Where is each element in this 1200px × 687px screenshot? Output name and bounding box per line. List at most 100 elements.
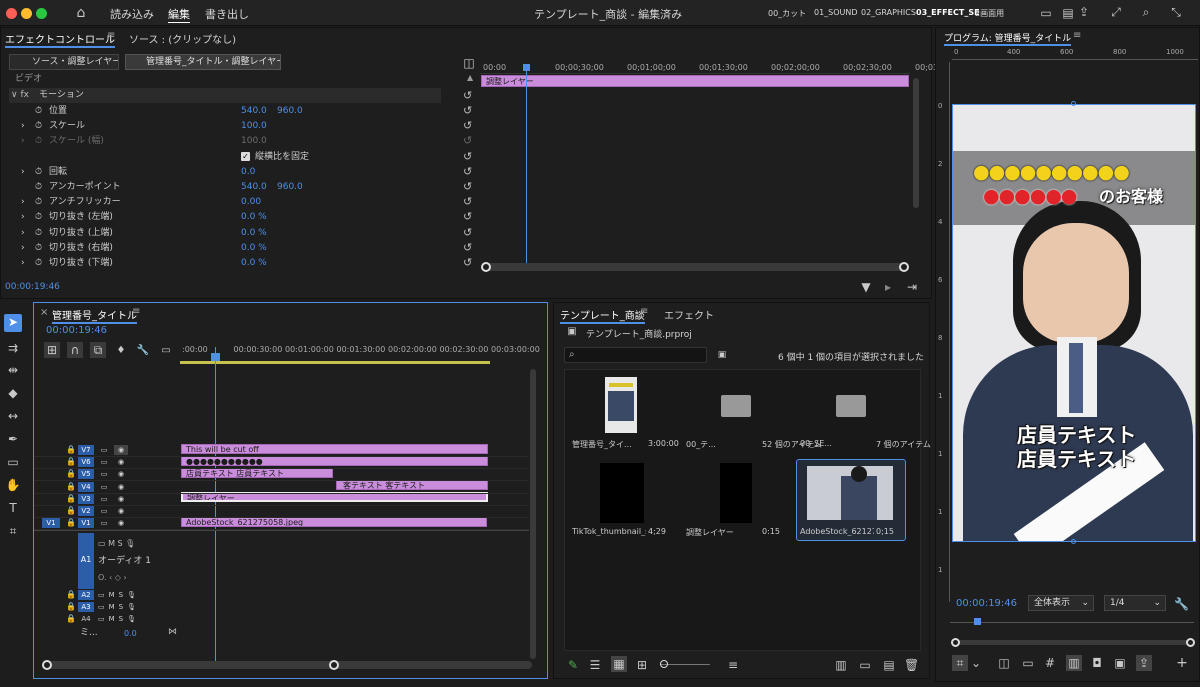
effect-prop-value-2[interactable]: 960.0 <box>277 180 303 195</box>
workspace-effect[interactable]: 03_EFFECT_SE <box>916 8 980 17</box>
project-item-name[interactable]: 管理番号_タイ... <box>572 439 646 450</box>
item-sequence-thumb[interactable] <box>605 377 637 433</box>
toggle-timeline-icon[interactable]: ◫ <box>461 55 477 71</box>
sync-icon[interactable]: ▭ <box>98 457 110 467</box>
track-target-a2[interactable]: A2 <box>78 590 94 600</box>
stopwatch-icon[interactable]: ⏱ <box>35 226 42 241</box>
constrain-proportions-checkbox[interactable]: ✓ <box>241 152 250 161</box>
clip-v6[interactable]: ●●●●●●●●●●● <box>181 456 488 466</box>
sync-icon[interactable]: ▭ <box>98 445 110 455</box>
lock-icon[interactable]: 🔒 <box>66 518 76 527</box>
lock-icon[interactable]: 🔒 <box>66 445 76 454</box>
filter-icon[interactable]: ▼ <box>859 279 873 295</box>
reset-icon[interactable]: ↺ <box>463 165 472 178</box>
sync-icon[interactable]: ▭ <box>98 506 110 516</box>
program-mini-ruler[interactable] <box>950 622 1194 623</box>
quick-export-icon[interactable]: ▤ <box>1060 5 1076 21</box>
track-target-v2[interactable]: V2 <box>78 506 94 516</box>
effect-prop-value-1[interactable]: 100.0 <box>241 134 267 149</box>
stopwatch-icon[interactable]: ⏱ <box>35 210 42 225</box>
project-search-input[interactable]: ⌕ <box>564 347 707 363</box>
item-folder2-icon[interactable] <box>836 395 866 417</box>
track-select-tool-icon[interactable]: ⇉ <box>5 340 21 356</box>
effect-adjustment-clip[interactable]: 調整レイヤー <box>481 75 909 87</box>
eye-icon[interactable]: ◉ <box>114 518 128 528</box>
fullscreen-icon[interactable]: ⤢ <box>1108 4 1124 20</box>
tab-program[interactable]: プログラム: 管理番号_タイトル <box>944 31 1072 46</box>
a1-controls-icon[interactable]: ▭ M S 🎙 <box>98 539 135 548</box>
effect-horizontal-scrollbar[interactable] <box>481 263 909 271</box>
menu-edit[interactable]: 編集 <box>168 6 190 23</box>
source-clip-dropdown[interactable]: 管理番号_タイトル・調整レイヤー... <box>125 54 281 70</box>
audio-track-controls-icon[interactable]: ▭MS🎙 <box>98 614 158 624</box>
workspace-dual[interactable]: 2画面用 <box>975 8 1004 19</box>
stopwatch-icon[interactable]: ⏱ <box>35 256 42 271</box>
lock-icon[interactable]: 🔒 <box>66 614 76 623</box>
clip-v5[interactable]: 店員テキスト 店員テキスト <box>181 468 333 478</box>
trash-icon[interactable]: 🗑 <box>904 657 919 673</box>
zoom-level-select[interactable]: 全体表示 ⌄ <box>1028 595 1094 611</box>
eye-icon[interactable]: ◉ <box>114 445 128 455</box>
lock-icon[interactable]: 🔒 <box>66 457 76 466</box>
type-tool-icon[interactable]: T <box>5 500 21 516</box>
eye-icon[interactable]: ◉ <box>114 457 128 467</box>
eye-icon[interactable]: ◉ <box>114 506 128 516</box>
sequence-menu-icon[interactable]: ≡ <box>132 306 140 317</box>
collapse-icon[interactable]: ▲ <box>467 73 473 82</box>
export-frame-icon[interactable]: ⇪ <box>1136 655 1152 671</box>
add-button-icon[interactable]: + <box>1174 655 1190 671</box>
expand-chevron-icon[interactable]: › <box>21 195 25 210</box>
project-menu-icon[interactable]: ≡ <box>640 306 648 317</box>
effect-prop-value-1[interactable]: 0.0 % <box>241 226 267 241</box>
reset-icon[interactable]: ↺ <box>463 89 472 102</box>
ripple-edit-tool-icon[interactable]: ⇹ <box>5 362 21 378</box>
sync-icon[interactable]: ▭ <box>98 482 110 492</box>
lock-icon[interactable]: 🔒 <box>66 482 76 491</box>
track-target-v7[interactable]: V7 <box>78 445 94 455</box>
track-target-v1[interactable]: V1 <box>78 518 94 529</box>
project-item-name[interactable]: 00_テ... <box>686 439 760 450</box>
settings-wrench-icon[interactable]: 🔧 <box>136 343 150 359</box>
stopwatch-icon[interactable]: ⏱ <box>35 180 42 195</box>
camera-icon[interactable]: ◘ <box>1089 655 1105 671</box>
guides-icon[interactable]: ▥ <box>1066 655 1082 671</box>
tab-source[interactable]: ソース : (クリップなし) <box>129 31 236 46</box>
tab-effects[interactable]: エフェクト <box>664 307 714 322</box>
vr-icon[interactable]: ▣ <box>1112 655 1128 671</box>
new-bin-icon[interactable]: ▭ <box>858 657 872 673</box>
program-timecode[interactable]: 00:00:19:46 <box>956 598 1017 609</box>
razor-tool-icon[interactable]: ◆ <box>5 385 21 401</box>
zoom-slider-handle[interactable] <box>660 660 668 668</box>
resolution-select[interactable]: 1/4 ⌄ <box>1104 595 1166 611</box>
home-icon[interactable]: ⌂ <box>72 5 90 21</box>
program-scroll-end[interactable] <box>1186 638 1195 647</box>
track-target-a3[interactable]: A3 <box>78 602 94 613</box>
workspace-sound[interactable]: 01_SOUND <box>814 8 858 17</box>
effect-prop-value-1[interactable]: 100.0 <box>241 119 267 134</box>
new-item-icon[interactable]: ▤ <box>882 657 896 673</box>
track-target-a4[interactable]: A4 <box>78 614 94 624</box>
tab-project[interactable]: テンプレート_商談 <box>560 307 645 324</box>
export-icon[interactable]: ⇥ <box>905 279 919 295</box>
stopwatch-icon[interactable]: ⏱ <box>35 119 42 134</box>
multicam-icon[interactable]: ▭ <box>1020 655 1036 671</box>
track-target-v4[interactable]: V4 <box>78 481 94 492</box>
expand-chevron-icon[interactable]: › <box>21 119 25 134</box>
timeline-vertical-scrollbar[interactable] <box>530 369 536 659</box>
reset-icon[interactable]: ↺ <box>463 180 472 193</box>
sort-icon[interactable]: ≡ <box>726 657 740 673</box>
audio-track-controls-icon[interactable]: ▭MS🎙 <box>98 590 158 600</box>
effect-prop-value-1[interactable]: 540.0 <box>241 104 267 119</box>
new-search-bin-icon[interactable]: ▣ <box>714 347 730 363</box>
item-folder1-icon[interactable] <box>721 395 751 417</box>
selection-tool-icon[interactable]: ➤ <box>4 314 22 332</box>
effect-playhead[interactable] <box>526 64 527 264</box>
eye-icon[interactable]: ◉ <box>114 494 128 504</box>
rectangle-tool-icon[interactable]: ▭ <box>5 454 21 470</box>
track-target-v3[interactable]: V3 <box>78 493 94 504</box>
timeline-scroll-start[interactable] <box>42 660 52 670</box>
lock-icon[interactable]: 🔒 <box>66 469 76 478</box>
reset-icon[interactable]: ↺ <box>463 150 472 163</box>
project-item-name[interactable]: 00_SE... <box>800 439 874 448</box>
reset-icon[interactable]: ↺ <box>463 134 472 147</box>
